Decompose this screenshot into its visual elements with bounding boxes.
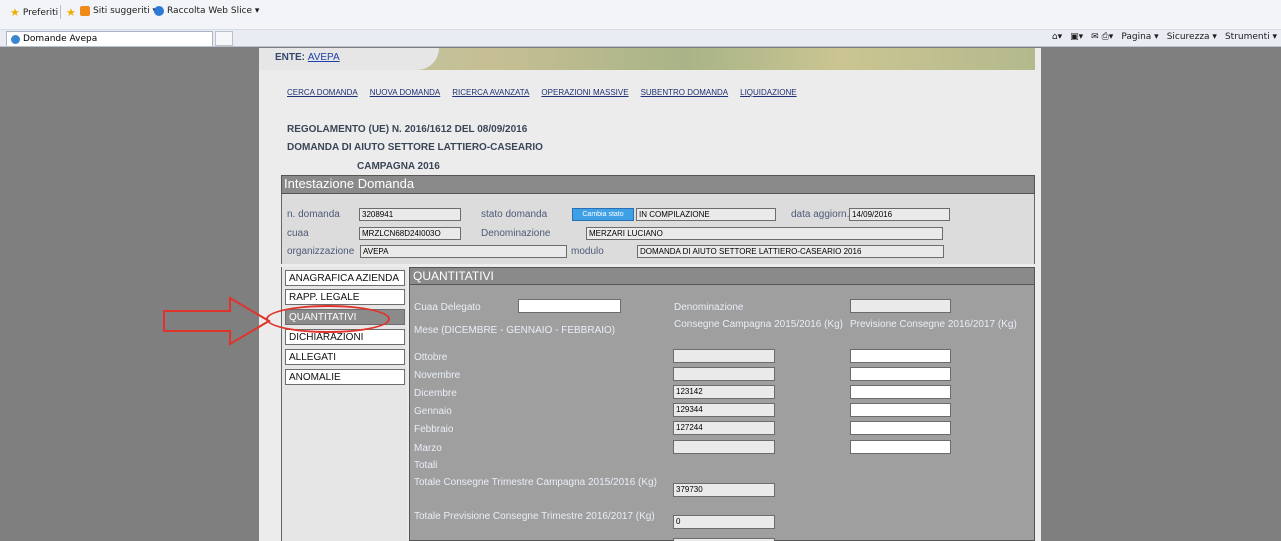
top-navigation: CERCA DOMANDA NUOVA DOMANDA RICERCA AVAN… [287, 88, 797, 97]
red-arrow-icon [163, 296, 271, 346]
totale-consegne-label: Totale Consegne Trimestre Campagna 2015/… [414, 477, 657, 488]
suggested-sites-icon [80, 6, 90, 16]
n-domanda-field: 3208941 [359, 208, 461, 221]
suggested-sites-button[interactable]: Siti suggeriti ▾ [80, 6, 157, 16]
data-aggiorn-label: data aggiorn. [791, 209, 850, 220]
row-month-febbraio: Febbraio [414, 424, 454, 435]
nav-cerca-domanda[interactable]: CERCA DOMANDA [287, 88, 358, 97]
nav-ricerca-avanzata[interactable]: RICERCA AVANZATA [452, 88, 529, 97]
denominazione-delegato-field [850, 299, 951, 313]
organizzazione-field: AVEPA [360, 245, 567, 258]
totale-previsione-field: 0 [673, 515, 775, 529]
home-button[interactable]: ⌂▾ [1052, 32, 1062, 42]
menu-anomalie[interactable]: ANOMALIE [285, 369, 405, 385]
page-content: ENTE: AVEPA CERCA DOMANDA NUOVA DOMANDA … [259, 48, 1041, 541]
organizzazione-label: organizzazione [287, 246, 355, 257]
denominazione-field: MERZARI LUCIANO [586, 227, 943, 240]
totale-consegne-field: 379730 [673, 483, 775, 497]
data-aggiorn-field: 14/09/2016 [849, 208, 950, 221]
add-favorite-button[interactable]: ★ [66, 6, 76, 19]
stato-domanda-field: IN COMPILAZIONE [636, 208, 776, 221]
consegne-ottobre-field [673, 349, 775, 363]
menu-anagrafica-azienda[interactable]: ANAGRAFICA AZIENDA [285, 270, 405, 286]
favorites-button[interactable]: ★ Preferiti [10, 6, 58, 19]
browser-tab[interactable]: Domande Avepa [6, 31, 213, 46]
header-banner-tab: ENTE: AVEPA [259, 48, 439, 70]
quantitativi-heading: QUANTITATIVI [410, 268, 1034, 285]
totali-label: Totali [414, 460, 438, 471]
nav-operazioni-massive[interactable]: OPERAZIONI MASSIVE [541, 88, 628, 97]
webslice-button[interactable]: Raccolta Web Slice ▾ [154, 6, 259, 16]
denominazione-delegato-label: Denominazione [674, 302, 744, 313]
row-month-gennaio: Gennaio [414, 406, 452, 417]
mail-icon: ✉ [1091, 32, 1099, 42]
nav-liquidazione[interactable]: LIQUIDAZIONE [740, 88, 796, 97]
previsione-novembre-input[interactable] [850, 367, 951, 381]
previsione-febbraio-input[interactable] [850, 421, 951, 435]
star-icon: ★ [10, 6, 20, 19]
nav-subentro-domanda[interactable]: SUBENTRO DOMANDA [641, 88, 729, 97]
ente-link[interactable]: AVEPA [308, 52, 340, 63]
intestazione-heading: Intestazione Domanda [281, 175, 1035, 194]
cuaa-field: MRZLCN68D24I003O [359, 227, 461, 240]
consegne-febbraio-field: 127244 [673, 421, 775, 435]
cambia-stato-button[interactable]: Cambia stato [572, 208, 634, 221]
menu-rapp-legale[interactable]: RAPP. LEGALE [285, 289, 405, 305]
denominazione-label: Denominazione [481, 228, 551, 239]
consegne-gennaio-field: 129344 [673, 403, 775, 417]
cuaa-delegato-input[interactable] [518, 299, 621, 313]
new-tab-button[interactable] [215, 31, 233, 46]
quantitativi-panel: QUANTITATIVI Cuaa Delegato Denominazione… [409, 267, 1035, 541]
row-month-dicembre: Dicembre [414, 388, 457, 399]
nav-nuova-domanda[interactable]: NUOVA DOMANDA [370, 88, 441, 97]
previsione-marzo-input[interactable] [850, 440, 951, 454]
row-month-novembre: Novembre [414, 370, 461, 381]
print-icon: ⎙ [1101, 32, 1109, 42]
consegne-novembre-field [673, 367, 775, 381]
n-domanda-label: n. domanda [287, 209, 340, 220]
previsione-dicembre-input[interactable] [850, 385, 951, 399]
page-title-line3: CAMPAGNA 2016 [357, 161, 440, 172]
menu-allegati[interactable]: ALLEGATI [285, 349, 405, 365]
feeds-button[interactable]: ▣▾ [1070, 32, 1083, 42]
print-button[interactable]: ✉ ⎙▾ [1091, 32, 1113, 42]
consegne-marzo-field [673, 440, 775, 454]
page-title-line1: REGOLAMENTO (UE) N. 2016/1612 DEL 08/09/… [287, 124, 528, 135]
tools-menu[interactable]: Strumenti ▾ [1225, 32, 1277, 42]
consegne-dicembre-field: 123142 [673, 385, 775, 399]
red-highlight-ellipse [266, 305, 390, 333]
favorites-bar: ★ Preferiti ★ Siti suggeriti ▾ Raccolta … [0, 0, 1281, 30]
page-menu[interactable]: Pagina ▾ [1121, 32, 1158, 42]
ie-page-icon [11, 34, 20, 44]
mese-header: Mese (DICEMBRE - GENNAIO - FEBBRAIO) [414, 325, 616, 336]
security-menu[interactable]: Sicurezza ▾ [1167, 32, 1217, 42]
page-title-line2: DOMANDA DI AIUTO SETTORE LATTIERO-CASEAR… [287, 142, 543, 153]
previsione-ottobre-input[interactable] [850, 349, 951, 363]
webslice-icon [154, 6, 164, 16]
consegne-header: Consegne Campagna 2015/2016 (Kg) [674, 319, 844, 330]
previsione-header: Previsione Consegne 2016/2017 (Kg) [850, 319, 1017, 330]
add-favorite-icon: ★ [66, 6, 76, 19]
previsione-gennaio-input[interactable] [850, 403, 951, 417]
feeds-icon: ▣ [1070, 32, 1079, 42]
cuaa-delegato-label: Cuaa Delegato [414, 302, 481, 313]
tab-bar: Domande Avepa ⌂▾ ▣▾ ✉ ⎙▾ Pagina ▾ Sicure… [0, 30, 1281, 47]
stato-domanda-label: stato domanda [481, 209, 548, 220]
ente-label: ENTE: AVEPA [275, 52, 340, 63]
row-month-ottobre: Ottobre [414, 352, 448, 363]
cuaa-label: cuaa [287, 228, 309, 239]
command-bar: ⌂▾ ▣▾ ✉ ⎙▾ Pagina ▾ Sicurezza ▾ Strument… [1052, 32, 1277, 42]
row-month-marzo: Marzo [414, 443, 442, 454]
modulo-label: modulo [571, 246, 604, 257]
totale-previsione-label: Totale Previsione Consegne Trimestre 201… [414, 511, 655, 522]
modulo-field: DOMANDA DI AIUTO SETTORE LATTIERO-CASEAR… [637, 245, 944, 258]
toolbar-separator [60, 5, 61, 19]
